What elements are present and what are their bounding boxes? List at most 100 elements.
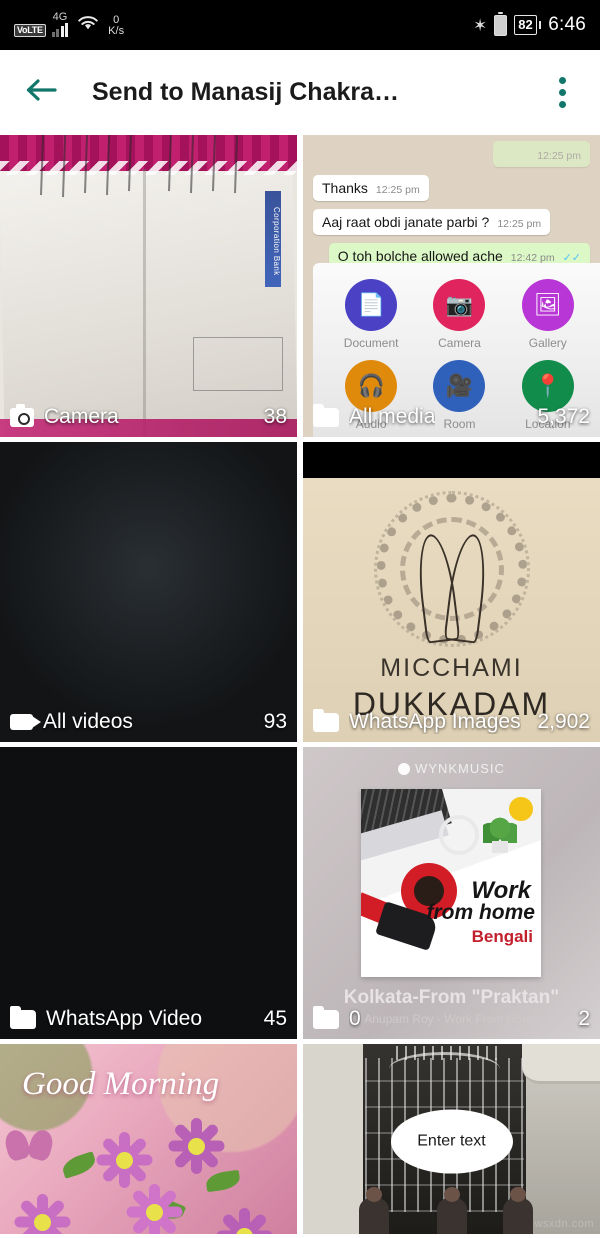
chat-text: O toh bolche allowed ache [337,248,503,264]
video-icon [10,714,41,730]
camera-icon [10,403,34,427]
folder-tile-all-media[interactable]: 12:25 pm Thanks 12:25 pm Aaj raat obdi j… [303,135,600,437]
chat-time: 12:25 pm [375,184,420,196]
chat-bubble: Aaj raat obdi janate parbi ? 12:25 pm [313,209,551,235]
folder-caption: All media 5,372 [303,397,600,437]
thumbnail-micchami-image: MICCHAMI DUKKADAM [303,442,600,742]
signal-strength-icon: 4G [51,11,69,37]
flower-graphic [14,1194,70,1234]
badge-icon [509,797,533,821]
volte-icon: VoLTE [14,24,46,37]
attachment-label: Document [343,336,399,350]
folder-tile-partial-gate-photo[interactable]: Enter text wsxdn.com [303,1044,600,1234]
folder-caption: WhatsApp Images 2,902 [303,702,600,742]
praying-hands-icon [420,534,484,642]
signal-bars [51,22,69,37]
folder-count: 93 [263,710,287,733]
album-text-line2: from home [426,901,535,924]
folder-tile-camera[interactable]: Corporation Bank Camera 38 [0,135,297,437]
chat-bubble: Thanks 12:25 pm [313,175,429,201]
attachment-option: 🖼 Gallery [510,279,586,350]
flower-graphic [216,1208,272,1234]
folder-icon [313,708,339,732]
chat-text: Thanks [322,180,368,196]
flower-graphic [126,1184,182,1234]
chat-time: 12:25 pm [497,218,542,230]
chat-bubble: 12:25 pm [492,141,590,167]
attachment-option: 📄 Document [333,279,409,350]
folder-tile-whatsapp-video[interactable]: WhatsApp Video 45 [0,747,297,1039]
flower-graphic [96,1132,152,1188]
back-button[interactable] [18,70,64,116]
battery-icon [494,11,508,36]
wynk-brand-text: WYNKMUSIC [415,761,505,776]
wynk-logo-icon [398,762,411,775]
back-arrow-icon [24,75,58,110]
folder-caption: 0 2 [303,999,600,1039]
clock: 6:46 [548,14,586,35]
folder-count: 2 [578,1007,590,1030]
camera-icon: 📷 [433,279,486,331]
status-bar-left: VoLTE 4G 0 K/s [14,11,124,37]
micchami-line1: MICCHAMI [380,654,523,682]
folder-caption: All videos 93 [0,702,297,742]
folder-label: Camera [44,405,119,428]
album-art: Work from home Bengali [361,789,541,977]
app-bar: Send to Manasij Chakra… [0,50,600,135]
thumbnail-dark-video [0,442,297,742]
overflow-menu-icon-dot [558,77,566,84]
folder-tile-0[interactable]: WYNKMUSIC Work from home Bengali Kolkata… [303,747,600,1039]
data-rate-indicator: 0 K/s [108,15,124,37]
thumbnail-chat-screenshot: 12:25 pm Thanks 12:25 pm Aaj raat obdi j… [303,135,600,437]
document-icon: 📄 [345,279,398,331]
folder-count: 2,902 [537,710,590,733]
thumbnail-good-morning: Good Morning [0,1044,297,1234]
attachment-label: Camera [438,336,481,350]
good-morning-text: Good Morning [22,1066,220,1102]
attachment-option: 📷 Camera [421,279,497,350]
folder-icon [313,1005,339,1029]
butterfly-icon [6,1130,52,1164]
battery-percent: 82 [514,15,537,35]
folder-label: WhatsApp Images [349,710,521,733]
thumbnail-gate-photo: Enter text wsxdn.com [303,1044,600,1234]
folder-label: WhatsApp Video [46,1007,203,1030]
data-rate-unit: K/s [108,25,125,37]
watermark: wsxdn.com [534,1218,594,1230]
wynk-brand: WYNKMUSIC [303,761,600,776]
battery-percent-wrap: 82 [514,15,541,35]
overflow-menu-button[interactable] [542,70,582,116]
folder-caption: Camera 38 [0,397,297,437]
page-title: Send to Manasij Chakra… [92,78,400,106]
folder-label: All videos [43,710,133,733]
attachment-label: Gallery [528,336,567,350]
overflow-menu-icon-dot [558,101,566,108]
folder-label: All media [349,405,436,428]
folder-icon [10,1005,36,1029]
thumbnail-wynk-album: WYNKMUSIC Work from home Bengali Kolkata… [303,747,600,1039]
folder-tile-partial-good-morning[interactable]: Good Morning [0,1044,297,1234]
status-bar-right: ✶ 82 6:46 [473,11,586,36]
people-silhouettes [353,1187,560,1234]
status-bar: VoLTE 4G 0 K/s ✶ 82 6:46 [0,0,600,50]
folder-tile-whatsapp-images[interactable]: MICCHAMI DUKKADAM WhatsApp Images 2,902 [303,442,600,742]
folder-count: 5,372 [537,405,590,428]
overflow-menu-icon-dot [558,89,566,96]
folder-tile-all-videos[interactable]: All videos 93 [0,442,297,742]
folder-count: 38 [263,405,287,428]
network-type-label: 4G [52,11,68,23]
thumbnail-passbook-photo: Corporation Bank [0,135,297,437]
folder-icon [313,403,339,427]
folder-grid: Corporation Bank Camera 38 12:25 pm Than… [0,135,600,1234]
album-text-line3: Bengali [471,927,533,946]
folder-caption: WhatsApp Video 45 [0,999,297,1039]
chat-text: Aaj raat obdi janate parbi ? [322,214,490,230]
enter-text-bubble[interactable]: Enter text [390,1109,513,1174]
wifi-icon [76,13,100,36]
bluetooth-icon: ✶ [473,15,488,35]
folder-count: 45 [263,1007,287,1030]
enter-text-label: Enter text [417,1132,486,1150]
thumbnail-dark-video [0,747,297,1039]
folder-label: 0 [349,1007,361,1030]
image-icon: 🖼 [521,279,574,331]
